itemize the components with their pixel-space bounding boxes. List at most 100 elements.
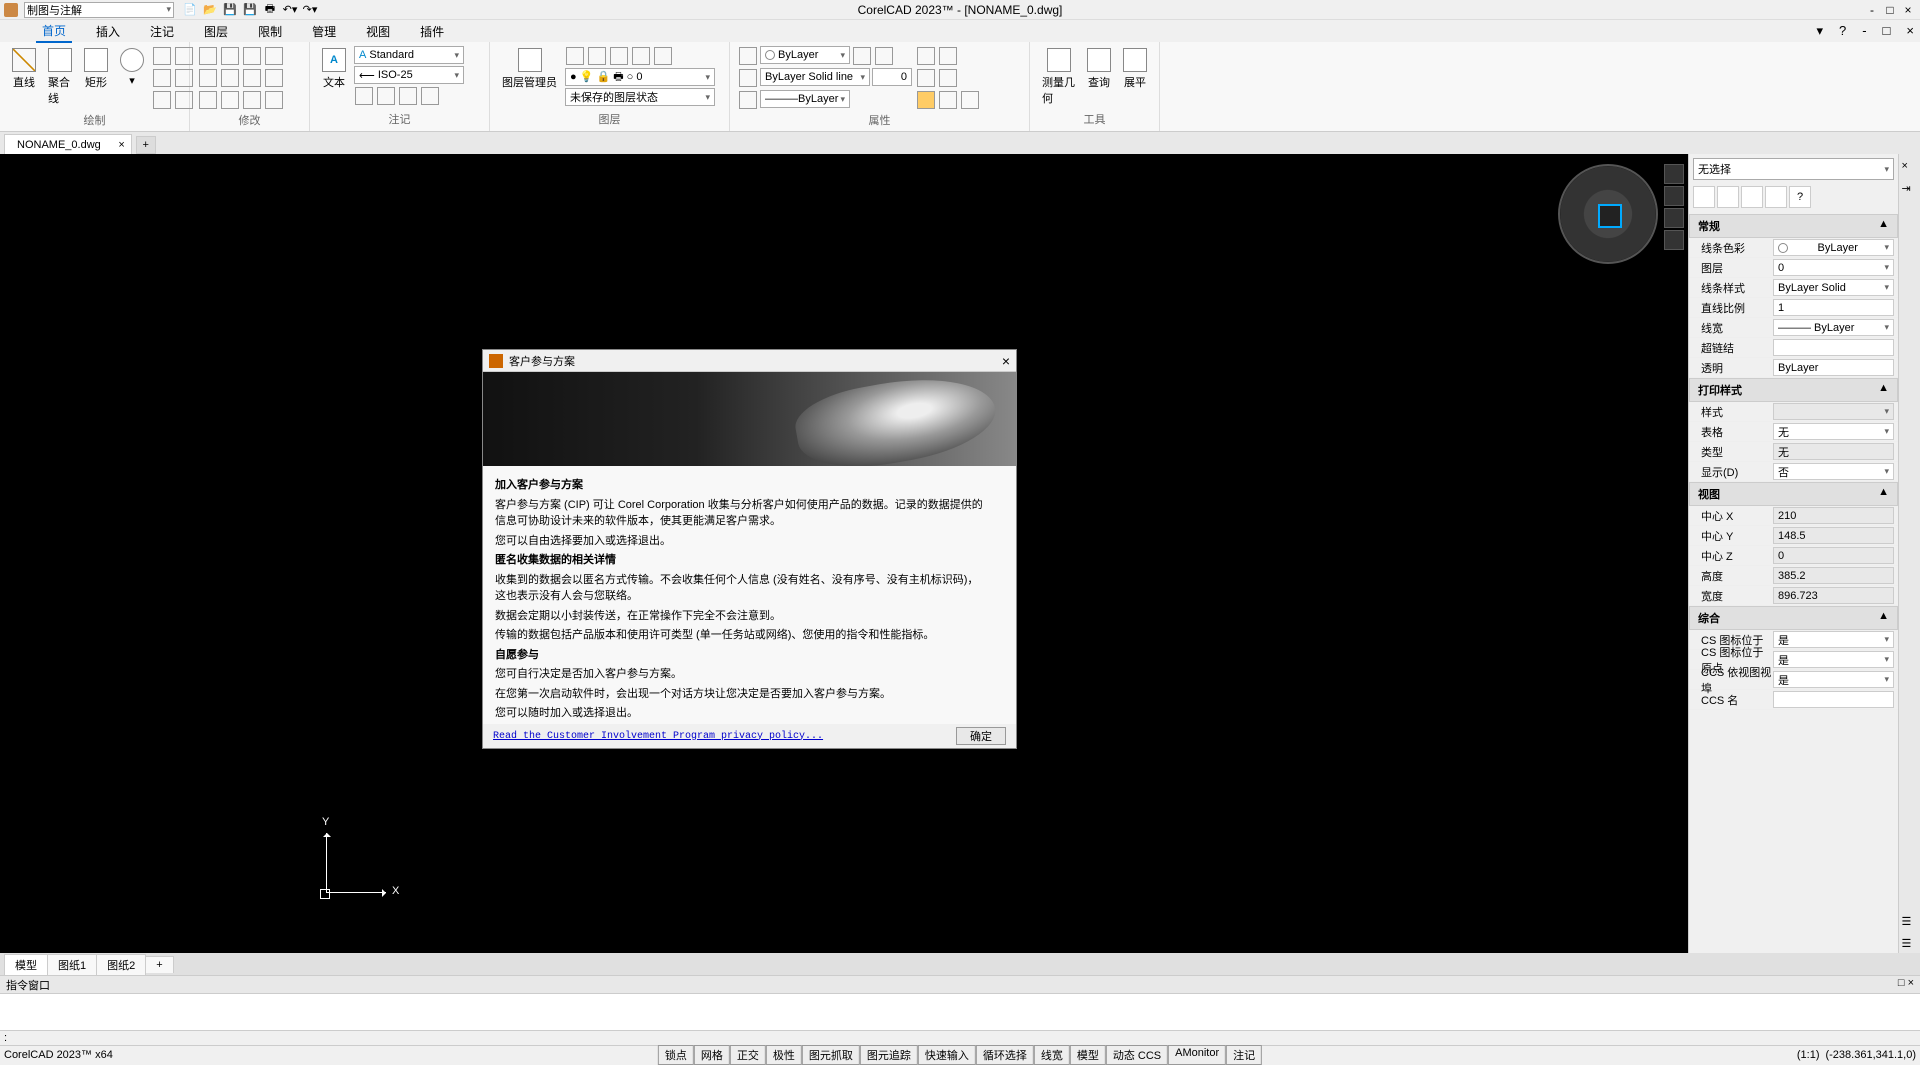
props-value[interactable]: 896.723 [1773,587,1894,604]
panel-toggle-icon[interactable]: ⇥ [1902,182,1918,198]
annot-tool-icon[interactable] [377,87,395,105]
tab-home[interactable]: 首页 [36,20,72,43]
dimstyle-combo[interactable]: ⟵ ISO-25▾ [354,66,464,84]
ok-button[interactable]: 确定 [956,727,1006,745]
dialog-titlebar[interactable]: 客户参与方案 × [483,350,1016,372]
props-value[interactable]: ByLayer Solid▾ [1773,279,1894,296]
props-value[interactable]: ByLayer [1773,359,1894,376]
new-icon[interactable]: 📄 [182,2,198,18]
selection-combo[interactable]: 无选择▾ [1693,158,1894,180]
props-value[interactable]: 是▾ [1773,671,1894,688]
minimize-icon[interactable]: - [1864,3,1880,17]
props-value[interactable]: 0 [1773,547,1894,564]
tab-addin[interactable]: 插件 [414,21,450,42]
tab-insert[interactable]: 插入 [90,21,126,42]
annot-tool-icon[interactable] [421,87,439,105]
prop-tool-icon[interactable] [739,47,757,65]
cmd-undock-icon[interactable]: □ [1898,977,1905,989]
undo-icon[interactable]: ↶▾ [282,2,298,18]
modify-tool-icon[interactable] [199,69,217,87]
print-icon[interactable]: 🖶 [262,2,278,18]
prop-tool-icon[interactable] [739,69,757,87]
group-tool-icon[interactable] [939,47,957,65]
privacy-link[interactable]: Read the Customer Involvement Program pr… [493,731,823,742]
mdi-max-icon[interactable]: □ [1877,21,1897,41]
group-tool-icon[interactable] [917,47,935,65]
inquiry-button[interactable]: 查询 [1083,46,1115,92]
redo-icon[interactable]: ↷▾ [302,2,318,18]
mdi-min-icon[interactable]: - [1856,21,1872,41]
dialog-close-icon[interactable]: × [1002,353,1010,369]
panel-icon[interactable]: ☰ [1902,937,1918,953]
mdi-close-icon[interactable]: × [1900,21,1920,41]
props-value[interactable]: ByLayer▾ [1773,239,1894,256]
tab-layer[interactable]: 图层 [198,21,234,42]
maximize-icon[interactable]: □ [1882,3,1898,17]
linetype-combo[interactable]: ByLayer Solid line▾ [760,68,870,86]
line-button[interactable]: 直线 [8,46,40,92]
draw-tool-icon[interactable] [153,91,171,109]
close-icon[interactable]: × [1900,3,1916,17]
modify-tool-icon[interactable] [243,91,261,109]
cmd-close-icon[interactable]: × [1908,977,1914,989]
measure-button[interactable]: 测量几何 [1038,46,1079,108]
props-value[interactable]: ——— ByLayer▾ [1773,319,1894,336]
props-tool-icon[interactable] [1741,186,1763,208]
section-plotstyle[interactable]: 打印样式▲ [1689,378,1898,402]
panel-close-icon[interactable]: × [1902,160,1918,176]
modify-tool-icon[interactable] [221,91,239,109]
group-tool-icon[interactable] [961,91,979,109]
drawing-canvas[interactable]: Y X 客户参与方案 × 加入客户参与方案 客户参与方案 (CIP) 可让 Co… [0,154,1688,953]
layer-combo[interactable]: ● 💡 🔒 🖶 ○ 0▾ [565,68,715,86]
view-home-icon[interactable] [1664,164,1684,184]
modify-tool-icon[interactable] [265,69,283,87]
props-value[interactable]: 是▾ [1773,651,1894,668]
view-settings-icon[interactable] [1664,230,1684,250]
textstyle-combo[interactable]: A Standard▾ [354,46,464,64]
help-dropdown-icon[interactable]: ▾ [1810,21,1829,41]
props-value[interactable]: 385.2 [1773,567,1894,584]
layer-tool-icon[interactable] [654,47,672,65]
section-misc[interactable]: 综合▲ [1689,606,1898,630]
modify-tool-icon[interactable] [265,91,283,109]
document-tab[interactable]: NONAME_0.dwg × [4,134,132,154]
props-value[interactable]: ▾ [1773,403,1894,420]
draw-tool-icon[interactable] [153,47,171,65]
props-value[interactable]: 0▾ [1773,259,1894,276]
sheet-tab-model[interactable]: 模型 [4,954,48,975]
draw-tool-icon[interactable] [153,69,171,87]
view-cube[interactable] [1558,164,1658,264]
circle-button[interactable]: ▾ [116,46,148,89]
prop-tool-icon[interactable] [875,47,893,65]
prop-tool-icon[interactable] [853,47,871,65]
sheet-add-button[interactable]: + [145,956,173,973]
props-value[interactable]: 否▾ [1773,463,1894,480]
group-tool-icon[interactable] [917,69,935,87]
tab-view[interactable]: 视图 [360,21,396,42]
layer-tool-icon[interactable] [610,47,628,65]
props-value[interactable]: 无▾ [1773,423,1894,440]
modify-tool-icon[interactable] [221,69,239,87]
lineweight-combo[interactable]: ——— ByLayer▾ [760,90,850,108]
rectangle-button[interactable]: 矩形 [80,46,112,92]
open-icon[interactable]: 📂 [202,2,218,18]
view-rotate-icon[interactable] [1664,208,1684,228]
command-history[interactable] [0,993,1920,1030]
props-tool-icon[interactable] [1717,186,1739,208]
new-tab-button[interactable]: + [136,136,156,154]
color-combo[interactable]: ByLayer▾ [760,46,850,64]
group-tool-icon[interactable] [939,91,957,109]
props-help-icon[interactable]: ? [1789,186,1811,208]
prop-tool-icon[interactable] [739,91,757,109]
props-tool-icon[interactable] [1765,186,1787,208]
group-tool-icon[interactable] [917,91,935,109]
modify-tool-icon[interactable] [243,47,261,65]
modify-tool-icon[interactable] [221,47,239,65]
props-value[interactable]: 210 [1773,507,1894,524]
props-value[interactable]: 1 [1773,299,1894,316]
text-button[interactable]: A文本 [318,46,350,92]
save-icon[interactable]: 💾 [222,2,238,18]
annot-tool-icon[interactable] [355,87,373,105]
section-general[interactable]: 常规▲ [1689,214,1898,238]
saveall-icon[interactable]: 💾 [242,2,258,18]
